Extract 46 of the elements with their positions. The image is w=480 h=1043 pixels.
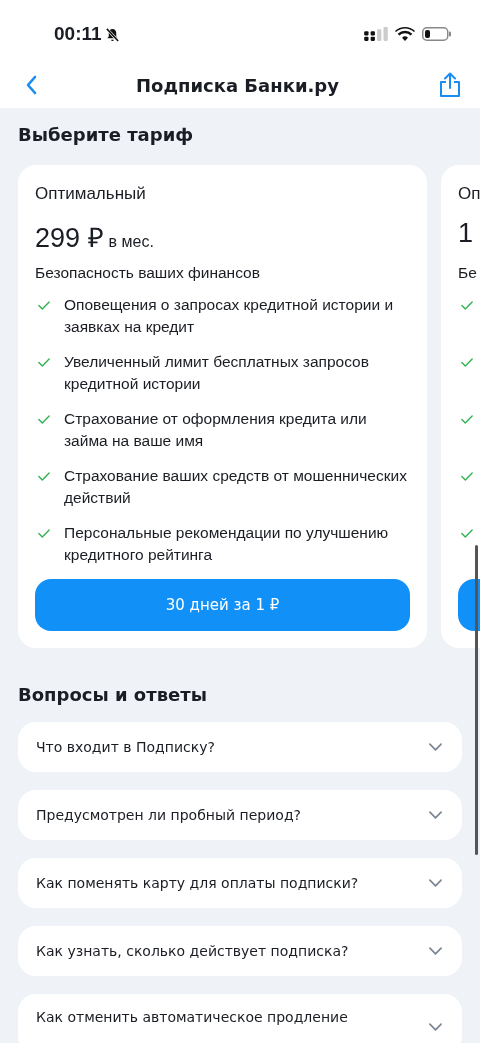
faq-item[interactable]: Что входит в Подписку? <box>18 722 462 772</box>
feature-text: Увеличенный лимит бесплатных запросов кредитной истории <box>64 352 370 394</box>
status-time: 00:11 <box>54 23 102 45</box>
chevron-icon <box>429 947 442 955</box>
faq-item[interactable]: Как отменить автоматическое продление <box>18 994 462 1043</box>
check-icon <box>461 529 473 538</box>
feature-text: Страхование от оформления кредита или займа на ваше имя <box>64 409 368 451</box>
faq-item[interactable]: Предусмотрен ли пробный период? <box>18 790 462 840</box>
check-icon <box>38 472 50 481</box>
battery-icon <box>422 27 452 41</box>
chevron-icon <box>429 811 442 819</box>
tariff-title: Оп <box>458 184 480 205</box>
check-icon <box>38 529 50 538</box>
feature-group-title: Бе <box>458 264 478 283</box>
faq-question: Предусмотрен ли пробный период? <box>36 807 301 823</box>
check-icon <box>461 301 473 310</box>
tariff-price: 1 <box>458 218 474 249</box>
section-heading: Вопросы и ответы <box>18 683 208 707</box>
feature-text: Оповещения о запросах кредитной истории и заявках на кредит <box>64 295 395 337</box>
feature-text: Персональные рекомендации по улучшению кредитного рейтинга <box>64 523 390 565</box>
back-icon[interactable] <box>25 75 37 95</box>
chevron-icon <box>429 879 442 887</box>
page-title: Подписка Банки.ру <box>136 74 339 96</box>
signal-icon <box>364 26 388 42</box>
faq-question: Что входит в Подписку? <box>36 739 215 755</box>
check-icon <box>461 472 473 481</box>
check-icon <box>461 415 473 424</box>
check-icon <box>38 358 50 367</box>
section-heading: Выберите тариф <box>18 123 195 147</box>
price-period: в мес. <box>108 233 154 251</box>
faq-question: Как поменять карту для оплаты подписки? <box>36 875 359 891</box>
feature-text: Страхование ваших средств от мошеннических действий <box>64 466 408 508</box>
check-icon <box>461 358 473 367</box>
check-icon <box>38 301 50 310</box>
faq-question: Как узнать, сколько действует подписка? <box>36 943 349 959</box>
share-icon[interactable] <box>438 72 462 98</box>
faq-item[interactable]: Как поменять карту для оплаты подписки? <box>18 858 462 908</box>
faq-question: Как отменить автоматическое продление <box>36 1009 348 1025</box>
tariff-price: 299 ₽ <box>35 222 104 255</box>
wifi-icon <box>395 27 415 41</box>
faq-item[interactable]: Как узнать, сколько действует подписка? <box>18 926 462 976</box>
chevron-icon <box>429 743 442 751</box>
chevron-icon <box>429 1023 442 1031</box>
feature-group-title: Безопасность ваших финансов <box>35 264 261 283</box>
tariff-title: Оптимальный <box>35 184 147 205</box>
check-icon <box>38 415 50 424</box>
